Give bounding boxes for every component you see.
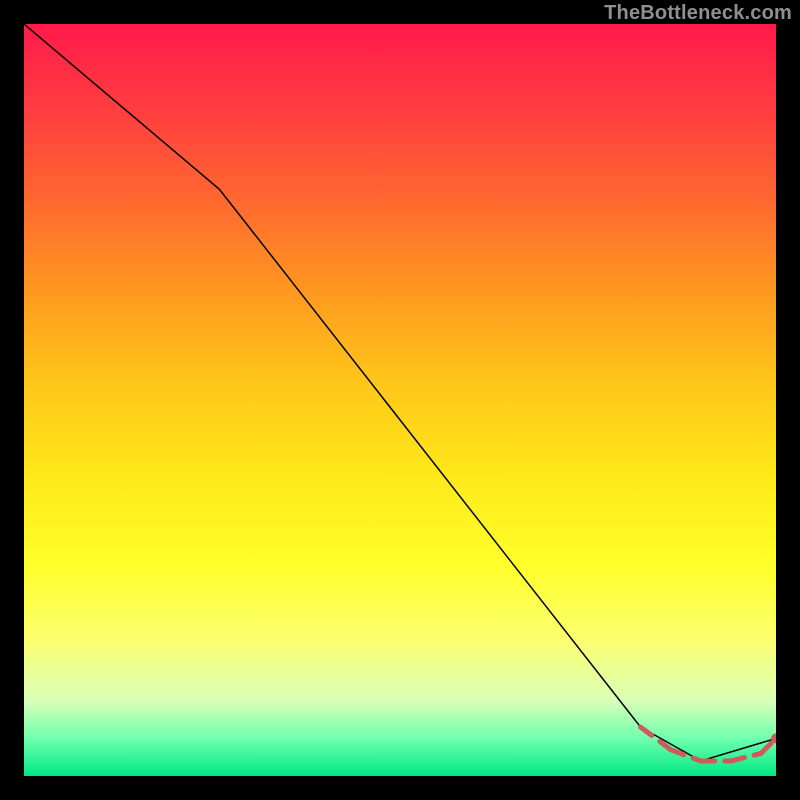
chart-container: TheBottleneck.com <box>0 0 800 800</box>
plot-background <box>24 24 776 776</box>
watermark-text: TheBottleneck.com <box>604 2 792 25</box>
